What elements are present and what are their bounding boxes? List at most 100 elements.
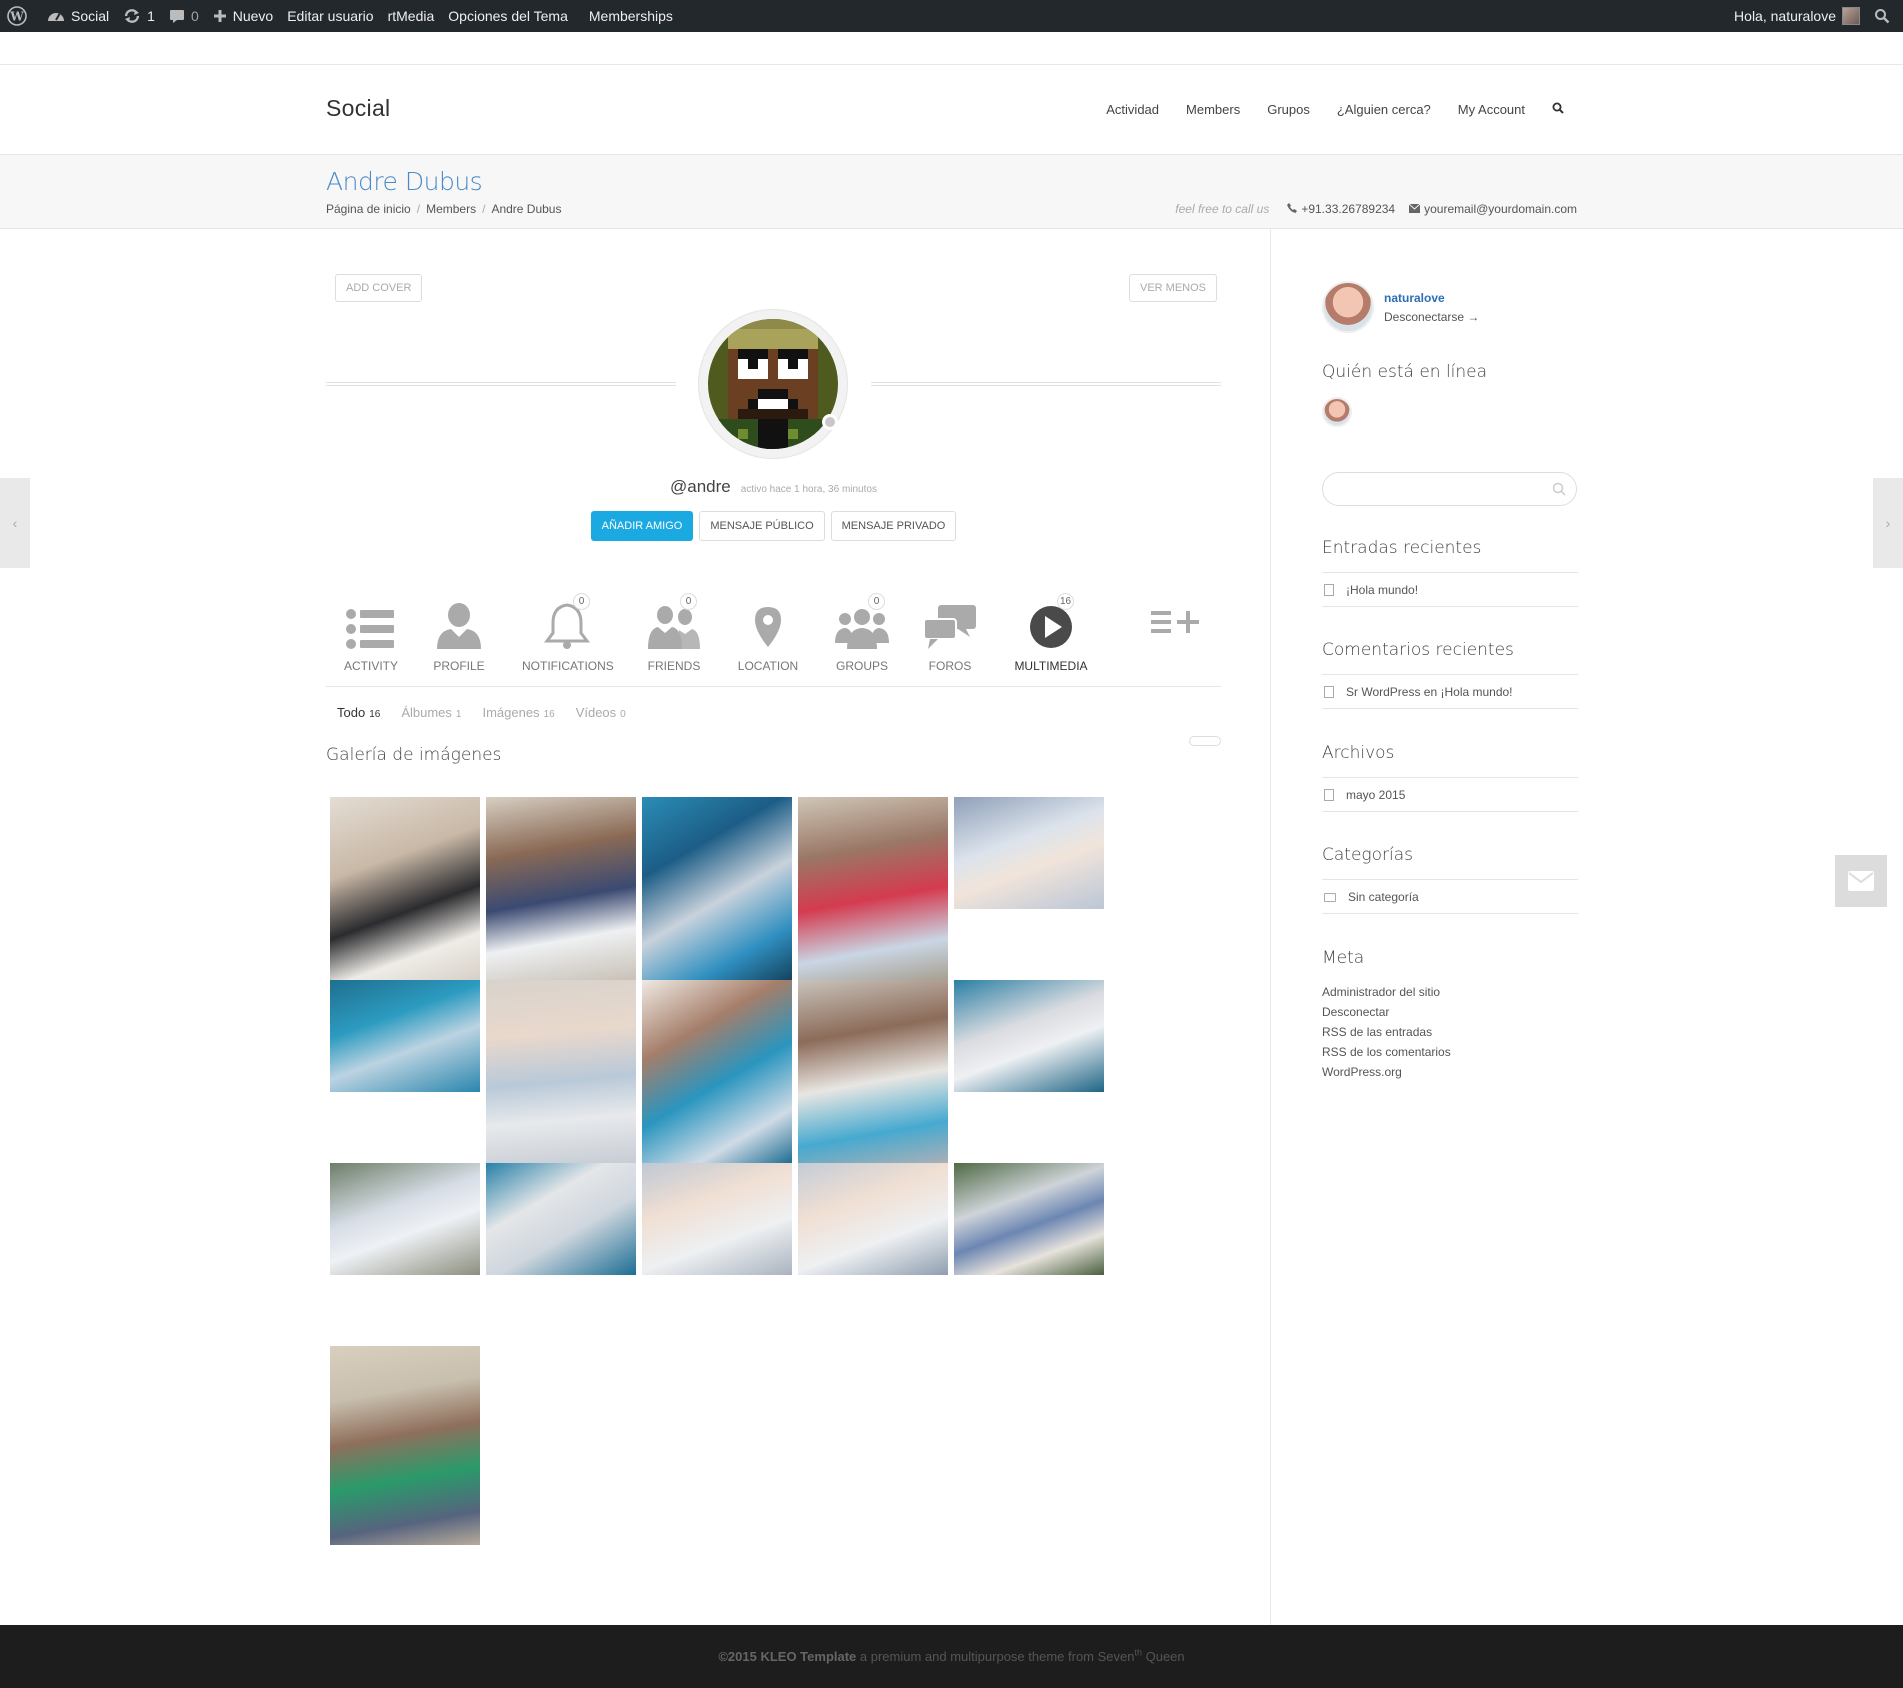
search-icon	[1552, 482, 1566, 501]
email-address[interactable]: youremail@yourdomain.com	[1424, 202, 1577, 216]
tab-profile[interactable]: PROFILE	[414, 597, 504, 673]
subnav-albums[interactable]: Álbumes 1	[401, 705, 461, 720]
meta-wordpress-link[interactable]: WordPress.org	[1322, 1065, 1402, 1079]
tab-groups[interactable]: 0 GROUPS	[817, 593, 907, 673]
tab-notifications-label: NOTIFICATIONS	[522, 659, 614, 673]
subnav-images[interactable]: Imágenes 16	[482, 705, 554, 720]
logout-link[interactable]: Desconectarse →	[1384, 310, 1479, 324]
gallery-photo[interactable]	[642, 1163, 792, 1275]
list-add-icon	[1131, 597, 1221, 635]
gallery-photo[interactable]	[330, 980, 480, 1092]
tab-notifications[interactable]: 0 NOTIFICATIONS	[522, 593, 614, 673]
subnav-todo[interactable]: Todo 16	[337, 705, 380, 720]
archive-label: mayo 2015	[1346, 788, 1406, 802]
gallery-photo[interactable]	[642, 797, 792, 980]
admin-edit-user-link[interactable]: Editar usuario	[280, 0, 380, 32]
admin-account-link[interactable]: Hola, naturalove	[1727, 0, 1867, 32]
footer-text-a: a premium and multipurpose theme from Se…	[856, 1649, 1135, 1664]
site-logo[interactable]: Social	[326, 95, 390, 122]
nav-members[interactable]: Members	[1186, 102, 1240, 117]
nav-nearby[interactable]: ¿Alguien cerca?	[1337, 102, 1431, 117]
prev-page-arrow[interactable]: ‹	[0, 478, 30, 568]
more-tabs-button[interactable]	[1131, 597, 1221, 635]
tab-friends[interactable]: 0 FRIENDS	[629, 593, 719, 673]
recent-post-link[interactable]: ¡Hola mundo!	[1324, 583, 1418, 597]
recent-comment-link[interactable]: Sr WordPress en ¡Hola mundo!	[1324, 685, 1513, 699]
contact-form-button[interactable]	[1835, 855, 1887, 907]
tab-location[interactable]: LOCATION	[723, 597, 813, 673]
ver-menos-button[interactable]: VER MENOS	[1128, 274, 1217, 302]
profile-avatar[interactable]	[698, 309, 848, 459]
tab-foros[interactable]: FOROS	[905, 597, 995, 673]
meta-logout-link[interactable]: Desconectar	[1322, 1005, 1389, 1019]
admin-memberships-label: Memberships	[588, 8, 673, 24]
tab-activity-label: ACTIVITY	[343, 659, 398, 673]
dashboard-icon	[48, 13, 64, 21]
category-link[interactable]: Sin categoría	[1324, 890, 1419, 904]
gallery-photo[interactable]	[486, 1163, 636, 1275]
meta-rss-entries-link[interactable]: RSS de las entradas	[1322, 1025, 1432, 1039]
nav-search-icon[interactable]	[1552, 102, 1564, 117]
admin-bar: W Social 1 0 Nuevo Editar usuario rtMedi…	[0, 0, 1903, 32]
tab-profile-label: PROFILE	[433, 659, 485, 673]
archives-title: Archivos	[1322, 743, 1395, 763]
list-icon	[326, 597, 416, 649]
wordpress-logo-icon[interactable]: W	[0, 0, 40, 32]
groups-count-badge: 0	[868, 593, 885, 610]
nav-actividad[interactable]: Actividad	[1106, 102, 1159, 117]
admin-theme-options-link[interactable]: Opciones del Tema	[441, 0, 582, 32]
meta-admin-link[interactable]: Administrador del sitio	[1322, 985, 1440, 999]
gallery-photo[interactable]	[330, 1163, 480, 1275]
gallery-photo[interactable]	[642, 980, 792, 1163]
admin-new-link[interactable]: Nuevo	[206, 0, 280, 32]
group-icon: 0	[817, 593, 907, 649]
online-user-avatar[interactable]	[1322, 397, 1352, 427]
tab-activity[interactable]: ACTIVITY	[326, 597, 416, 673]
breadcrumb-home[interactable]: Página de inicio	[326, 202, 411, 216]
gallery-options-toggle[interactable]	[1189, 736, 1221, 746]
admin-search-icon[interactable]	[1867, 0, 1903, 32]
admin-comments-link[interactable]: 0	[162, 0, 206, 32]
admin-avatar	[1842, 7, 1860, 25]
private-message-button[interactable]: MENSAJE PRIVADO	[830, 511, 957, 541]
phone-icon	[1287, 202, 1298, 216]
add-cover-button[interactable]: ADD COVER	[335, 274, 423, 302]
sidebar-search-input[interactable]	[1322, 472, 1577, 506]
cover-divider-left	[326, 382, 676, 386]
public-message-button[interactable]: MENSAJE PÚBLICO	[699, 511, 825, 541]
gallery-photo[interactable]	[330, 1346, 480, 1545]
add-friend-button[interactable]: AÑADIR AMIGO	[590, 511, 694, 541]
meta-rss-comments-link[interactable]: RSS de los comentarios	[1322, 1045, 1451, 1059]
gallery-photo[interactable]	[798, 1163, 948, 1275]
breadcrumb-members[interactable]: Members	[426, 202, 476, 216]
admin-updates-link[interactable]: 1	[116, 0, 162, 32]
gallery-photo[interactable]	[954, 980, 1104, 1092]
subnav-videos[interactable]: Vídeos 0	[576, 705, 626, 720]
archive-link[interactable]: mayo 2015	[1324, 788, 1405, 802]
tab-foros-label: FOROS	[928, 659, 972, 673]
admin-site-link[interactable]: Social	[40, 0, 116, 32]
gallery-photo[interactable]	[954, 1163, 1104, 1275]
gallery-photo[interactable]	[486, 797, 636, 980]
category-label: Sin categoría	[1348, 890, 1419, 904]
gallery-photo[interactable]	[798, 797, 948, 980]
pixel-avatar-image	[708, 319, 838, 449]
widget-divider	[1322, 708, 1578, 709]
next-page-arrow[interactable]: ›	[1873, 478, 1903, 568]
admin-memberships-link[interactable]: Memberships	[582, 0, 680, 32]
gallery-photo[interactable]	[330, 797, 480, 980]
user-name-link[interactable]: naturalove	[1384, 291, 1479, 305]
admin-theme-options-label: Opciones del Tema	[448, 8, 568, 24]
nav-my-account[interactable]: My Account	[1458, 102, 1525, 117]
bell-icon: 0	[522, 593, 612, 649]
gallery-photo[interactable]	[486, 980, 636, 1163]
user-avatar[interactable]	[1322, 281, 1374, 333]
widget-divider	[1322, 572, 1578, 573]
gallery-photo[interactable]	[798, 980, 948, 1163]
nav-grupos[interactable]: Grupos	[1267, 102, 1310, 117]
gallery-photo[interactable]	[954, 797, 1104, 909]
admin-rtmedia-link[interactable]: rtMedia	[381, 0, 442, 32]
recent-comment-label: Sr WordPress en ¡Hola mundo!	[1346, 685, 1513, 699]
tab-multimedia[interactable]: 16 MULTIMEDIA	[1006, 593, 1096, 673]
phone-number: +91.33.26789234	[1301, 202, 1396, 216]
